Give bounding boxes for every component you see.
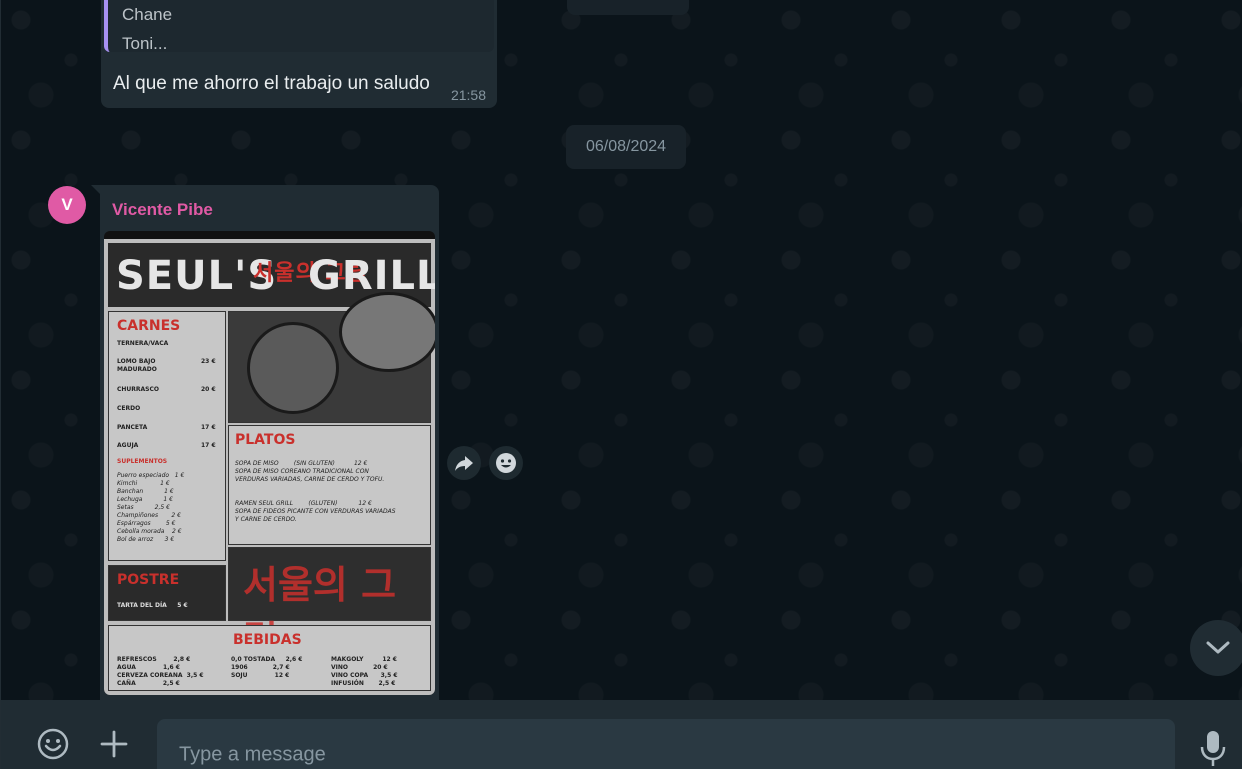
menu-bebidas-panel: BEBIDAS REFRESCOS 2,8 € AGUA 1,6 € CERVE… — [108, 625, 431, 691]
suplementos-title: SUPLEMENTOS — [117, 458, 168, 465]
sender-name[interactable]: Vicente Pibe — [112, 200, 213, 220]
menu-postre-panel: POSTRE TARTA DEL DÍA 5 € — [108, 565, 226, 621]
quoted-message[interactable]: Chane Toni... — [104, 0, 494, 52]
quoted-line: Toni... — [122, 34, 168, 52]
message-time: 21:58 — [450, 87, 486, 103]
carnes-item: LOMO BAJO MADURADO — [117, 358, 157, 373]
bebidas-col2: 0,0 TOSTADA 2,6 € 1906 2,7 € SOJU 12 € — [231, 656, 303, 679]
menu-platos-panel: PLATOS SOPA DE MISO (SIN GLUTEN) 12 € SO… — [228, 425, 431, 545]
quoted-line: Chane — [122, 5, 173, 24]
message-bubble[interactable]: Chane Toni... Al que me ahorro el trabaj… — [101, 0, 497, 108]
react-button[interactable] — [489, 446, 523, 480]
bebidas-col3: MAKGOLY 12 € VINO 20 € VINO COPA 3,5 € I… — [331, 656, 398, 687]
carnes-item: CERDO — [117, 405, 141, 412]
emoji-react-icon — [489, 446, 523, 480]
avatar[interactable]: V — [48, 186, 86, 224]
emoji-icon[interactable] — [36, 727, 70, 761]
carnes-price: 17 € — [201, 424, 216, 431]
carnes-item: CHURRASCO — [117, 386, 160, 393]
suplementos-list: Puerro especiado 1 € Kimchi 1 € Banchan … — [117, 472, 185, 543]
platos-title: PLATOS — [235, 432, 296, 448]
food-photo — [228, 292, 435, 423]
menu-image: SEUL'S 서울의 그릴 GRILL CARNES TERNERA/VACA … — [104, 239, 435, 695]
carnes-title: CARNES — [117, 318, 181, 334]
food-illustration: 서울의 그릴 — [228, 547, 431, 662]
postre-list: TARTA DEL DÍA 5 € — [117, 602, 188, 609]
message-input-box[interactable] — [157, 719, 1175, 769]
microphone-icon[interactable] — [1197, 729, 1229, 769]
message-image[interactable]: SEUL'S 서울의 그릴 GRILL CARNES TERNERA/VACA … — [104, 231, 435, 695]
bebidas-col1: REFRESCOS 2,8 € AGUA 1,6 € CERVEZA COREA… — [117, 656, 204, 687]
forward-icon — [447, 446, 481, 480]
plus-icon[interactable] — [98, 728, 130, 760]
carnes-subtitle: TERNERA/VACA — [117, 340, 169, 347]
carnes-price: 23 € — [201, 358, 216, 365]
carnes-price: 17 € — [201, 442, 216, 449]
chat-panel: Chane Toni... Al que me ahorro el trabaj… — [0, 0, 1242, 700]
chevron-down-icon — [1190, 620, 1242, 676]
date-separator: 06/08/2024 — [566, 125, 686, 169]
date-separator-previous — [567, 0, 689, 15]
carnes-item: PANCETA — [117, 424, 148, 431]
forward-button[interactable] — [447, 446, 481, 480]
carnes-item: AGUJA — [117, 442, 139, 449]
platos-list: SOPA DE MISO (SIN GLUTEN) 12 € SOPA DE M… — [235, 460, 396, 523]
postre-title: POSTRE — [117, 572, 180, 588]
menu-title-right: GRILL — [308, 253, 435, 299]
image-message-bubble[interactable]: Vicente Pibe SEUL'S 서울의 그릴 GRILL CARNES … — [100, 185, 439, 700]
carnes-price: 20 € — [201, 386, 216, 393]
menu-carnes-panel: CARNES TERNERA/VACA LOMO BAJO MADURADO 2… — [108, 311, 226, 561]
message-input[interactable] — [179, 743, 1159, 767]
bebidas-title: BEBIDAS — [233, 632, 302, 648]
scroll-to-bottom-button[interactable] — [1190, 620, 1242, 676]
message-composer — [0, 700, 1242, 769]
message-text: Al que me ahorro el trabajo un saludo — [113, 73, 430, 94]
